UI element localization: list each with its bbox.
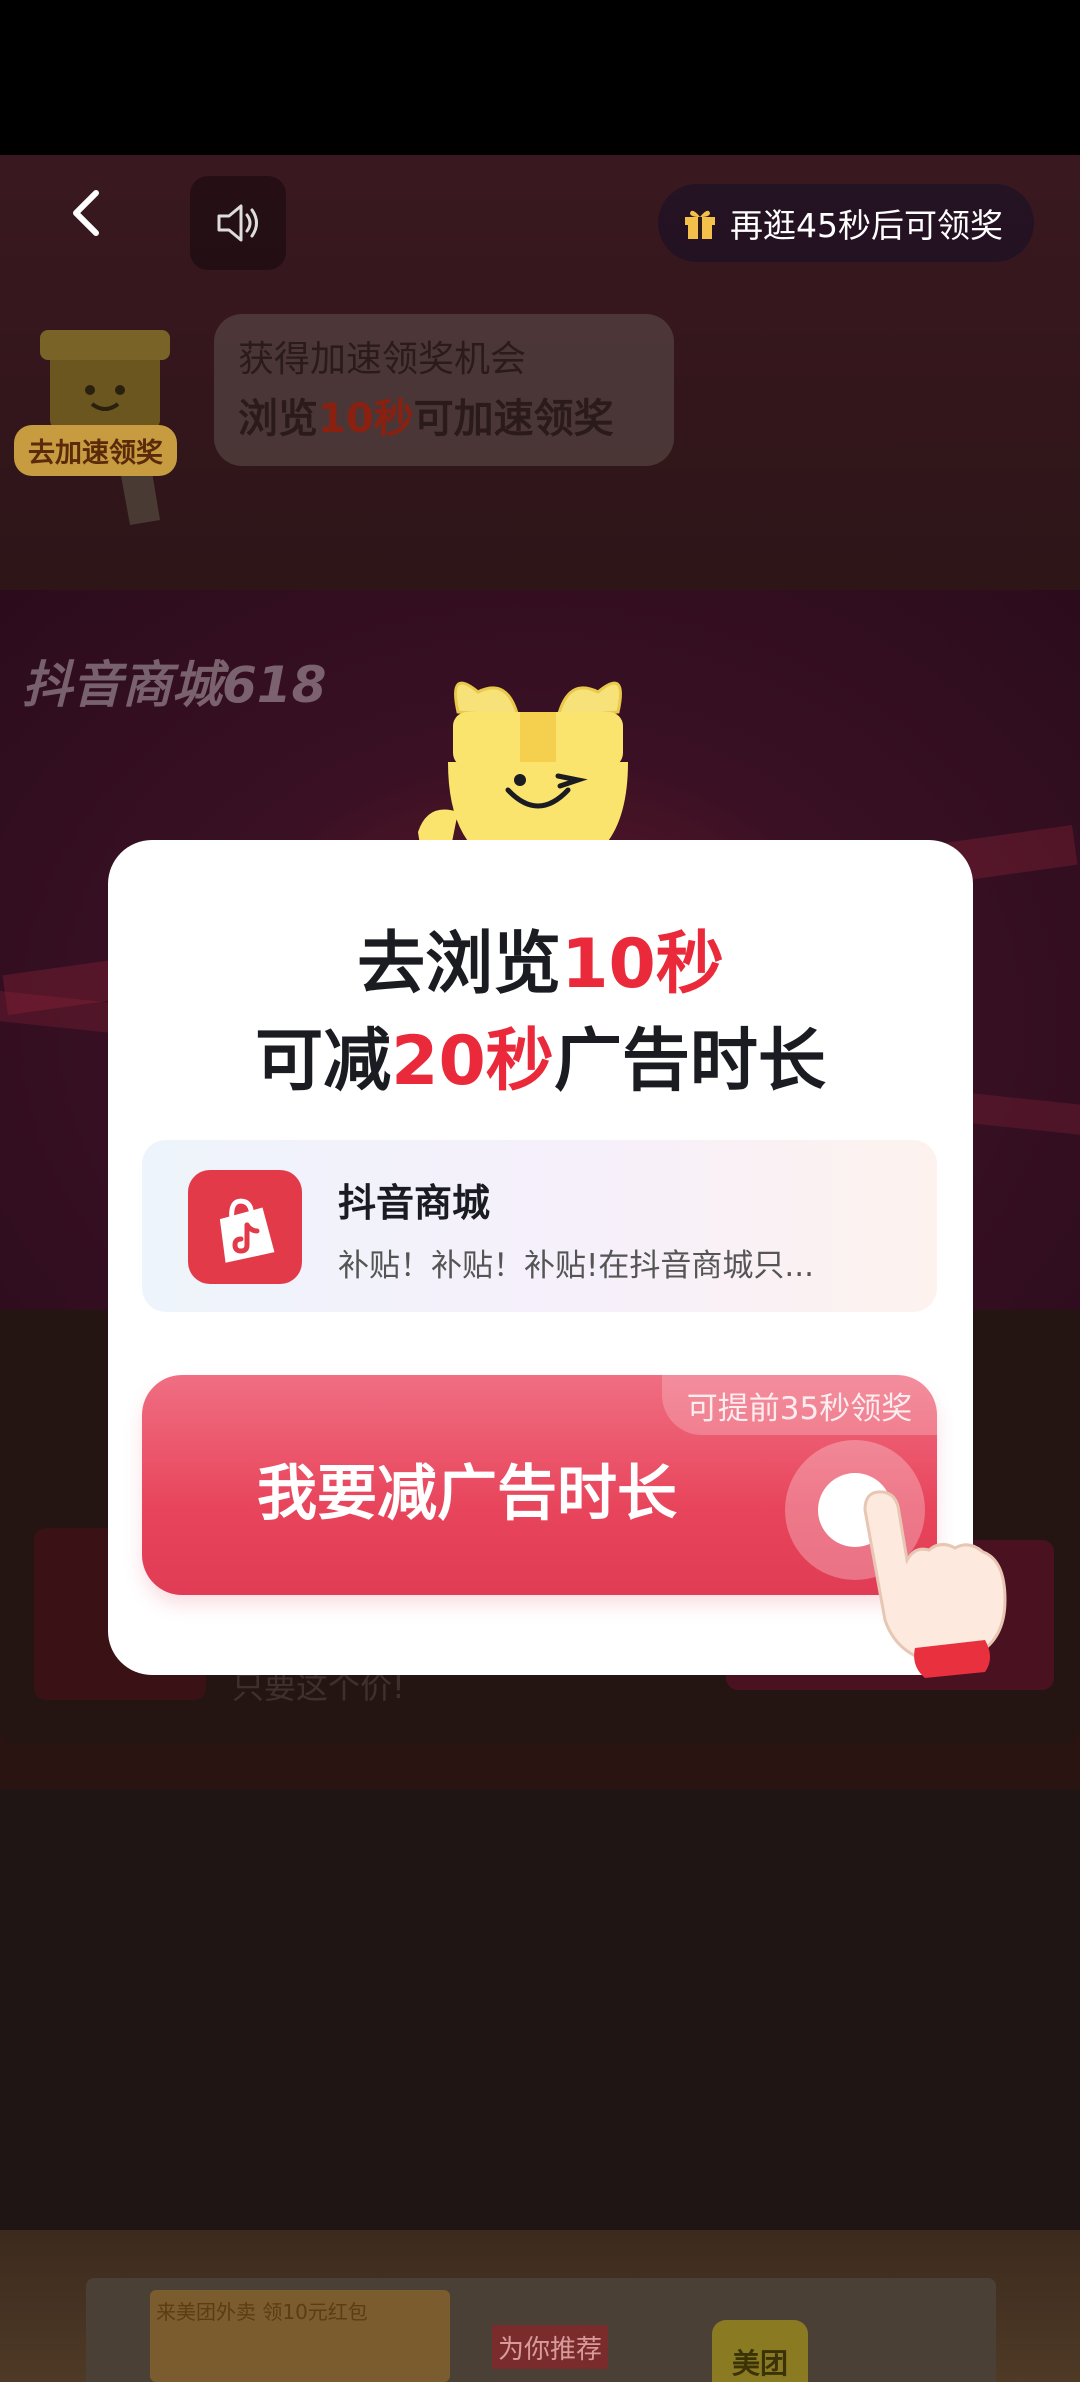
reduce-ad-time-button-label: 我要减广告时长 [257, 1459, 677, 1529]
douyin-mall-app-icon [188, 1170, 302, 1284]
shopping-bag-icon [219, 1198, 275, 1263]
title-line2-suffix: 广告时长 [553, 1022, 826, 1101]
pointing-hand-icon [863, 1490, 1007, 1678]
title-line1-highlight: 10秒 [561, 925, 724, 1004]
title-line2-highlight: 20秒 [391, 1022, 554, 1101]
title-line1-prefix: 去浏览 [357, 925, 562, 1004]
early-reward-tag: 可提前35秒领奖 [662, 1375, 937, 1435]
title-line2-prefix: 可减 [255, 1022, 392, 1101]
modal-title-line2: 可减20秒广告时长 [108, 1005, 973, 1104]
app-description: 补贴！补贴！补贴!在抖音商城只... [338, 1248, 814, 1284]
app-name: 抖音商城 [338, 1181, 491, 1225]
modal-title-line1: 去浏览10秒 [108, 908, 973, 1007]
